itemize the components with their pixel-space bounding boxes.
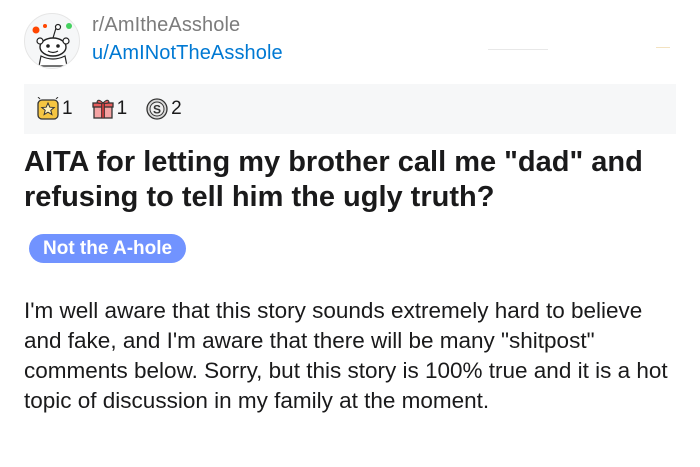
post-header: r/AmItheAsshole u/AmINotTheAsshole <box>24 10 676 70</box>
award-count: 1 <box>116 98 128 119</box>
divider <box>488 49 548 50</box>
author-link[interactable]: u/AmINotTheAsshole <box>92 42 283 65</box>
award-gift[interactable]: 1 <box>91 97 128 121</box>
post-title[interactable]: AITA for letting my brother call me "dad… <box>24 145 684 215</box>
gift-award-icon <box>91 97 115 121</box>
svg-text:S: S <box>153 103 161 117</box>
awards-bar[interactable]: 1 1 S 2 <box>24 84 676 134</box>
post-body: I'm well aware that this story sounds ex… <box>24 298 668 413</box>
subreddit-name[interactable]: r/AmItheAsshole <box>92 14 240 37</box>
star-award-icon <box>36 97 60 121</box>
award-star[interactable]: 1 <box>36 97 73 121</box>
post-flair[interactable]: Not the A-hole <box>29 234 187 263</box>
award-count: 1 <box>62 98 73 119</box>
silver-coin-icon: S <box>145 97 169 121</box>
award-silver[interactable]: S 2 <box>145 97 182 121</box>
divider <box>656 47 670 48</box>
award-count: 2 <box>171 98 182 119</box>
snoo-avatar-icon[interactable] <box>24 13 80 69</box>
